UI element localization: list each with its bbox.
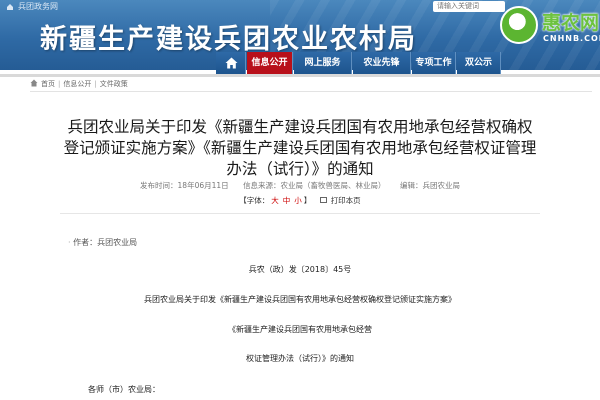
article-meta: 发布时间：18年06月11日 信息来源：农业局（畜牧兽医局、林业局） 编辑：兵团… (0, 180, 600, 191)
font-medium-button[interactable]: 中 (283, 196, 291, 205)
nav-tab-info-disclosure[interactable]: 信息公开 (247, 52, 293, 74)
font-size-close: 】 (303, 196, 312, 205)
breadcrumb-divider (30, 91, 592, 92)
font-large-button[interactable]: 大 (271, 196, 279, 205)
editor: 编辑：兵团农业局 (399, 181, 460, 190)
print-button[interactable]: 打印本页 (331, 196, 361, 205)
home-icon (225, 57, 238, 69)
breadcrumb-home[interactable]: 首页 (41, 80, 55, 88)
logo-text: 惠农网 (542, 12, 600, 34)
nav-tab-agri-pioneer[interactable]: 农业先锋 (353, 52, 411, 74)
leaf-logo-icon (500, 6, 538, 44)
info-source: 信息来源：农业局（畜牧兽医局、林业局） (243, 181, 386, 190)
body-paragraph: 《新疆生产建设兵团国有农用地承包经营 (228, 325, 372, 334)
search-input[interactable] (433, 1, 505, 12)
body-paragraph: 兵团农业局关于印发《新疆生产建设兵团国有农用地承包经营权确权登记颁证实施方案》 (144, 295, 456, 304)
breadcrumb: 首页 | 信息公开 | 文件政策 (30, 78, 128, 90)
doc-number: 兵农（政）发〔2018〕45号 (248, 265, 352, 274)
nav-shadow (0, 74, 600, 77)
gov-portal-link[interactable]: 兵团政务网 (18, 1, 58, 12)
breadcrumb-separator: | (58, 80, 61, 88)
nav-tab-online-service[interactable]: 网上服务 (294, 52, 352, 74)
home-small-icon (7, 4, 13, 10)
bullet-icon: · (68, 238, 71, 247)
site-title: 新疆生产建设兵团农业农村局 (40, 24, 417, 55)
nav-tab-dual-publicity[interactable]: 双公示 (457, 52, 501, 74)
printer-icon[interactable] (319, 197, 327, 203)
breadcrumb-separator: | (94, 80, 97, 88)
publish-time: 发布时间：18年06月11日 (140, 181, 229, 190)
font-small-button[interactable]: 小 (294, 196, 302, 205)
breadcrumb-policy[interactable]: 文件政策 (100, 80, 128, 88)
watermark-logo: 惠农网 CNHNB.COM (500, 2, 600, 52)
author: 作者：兵团农业局 (73, 238, 138, 247)
font-size-label: 【字体： (239, 196, 270, 205)
salutation: 各师（市）农业局： (88, 385, 160, 394)
nav-tab-special-work[interactable]: 专项工作 (412, 52, 456, 74)
article-title: 兵团农业局关于印发《新疆生产建设兵团国有农用地承包经营权确权登记颁证实施方案》《… (63, 118, 537, 178)
logo-subtext: CNHNB.COM (543, 34, 600, 43)
breadcrumb-info[interactable]: 信息公开 (63, 80, 91, 88)
body-paragraph: 权证管理办法（试行）》的通知 (246, 354, 354, 363)
author-line: · 作者：兵团农业局 (68, 237, 137, 248)
main-nav: 信息公开 网上服务 农业先锋 专项工作 双公示 (0, 52, 600, 74)
home-icon (30, 79, 38, 87)
font-size-controls: 【字体：大中小】 打印本页 (0, 195, 600, 206)
content-divider (60, 213, 540, 214)
nav-home-button[interactable] (216, 52, 246, 74)
